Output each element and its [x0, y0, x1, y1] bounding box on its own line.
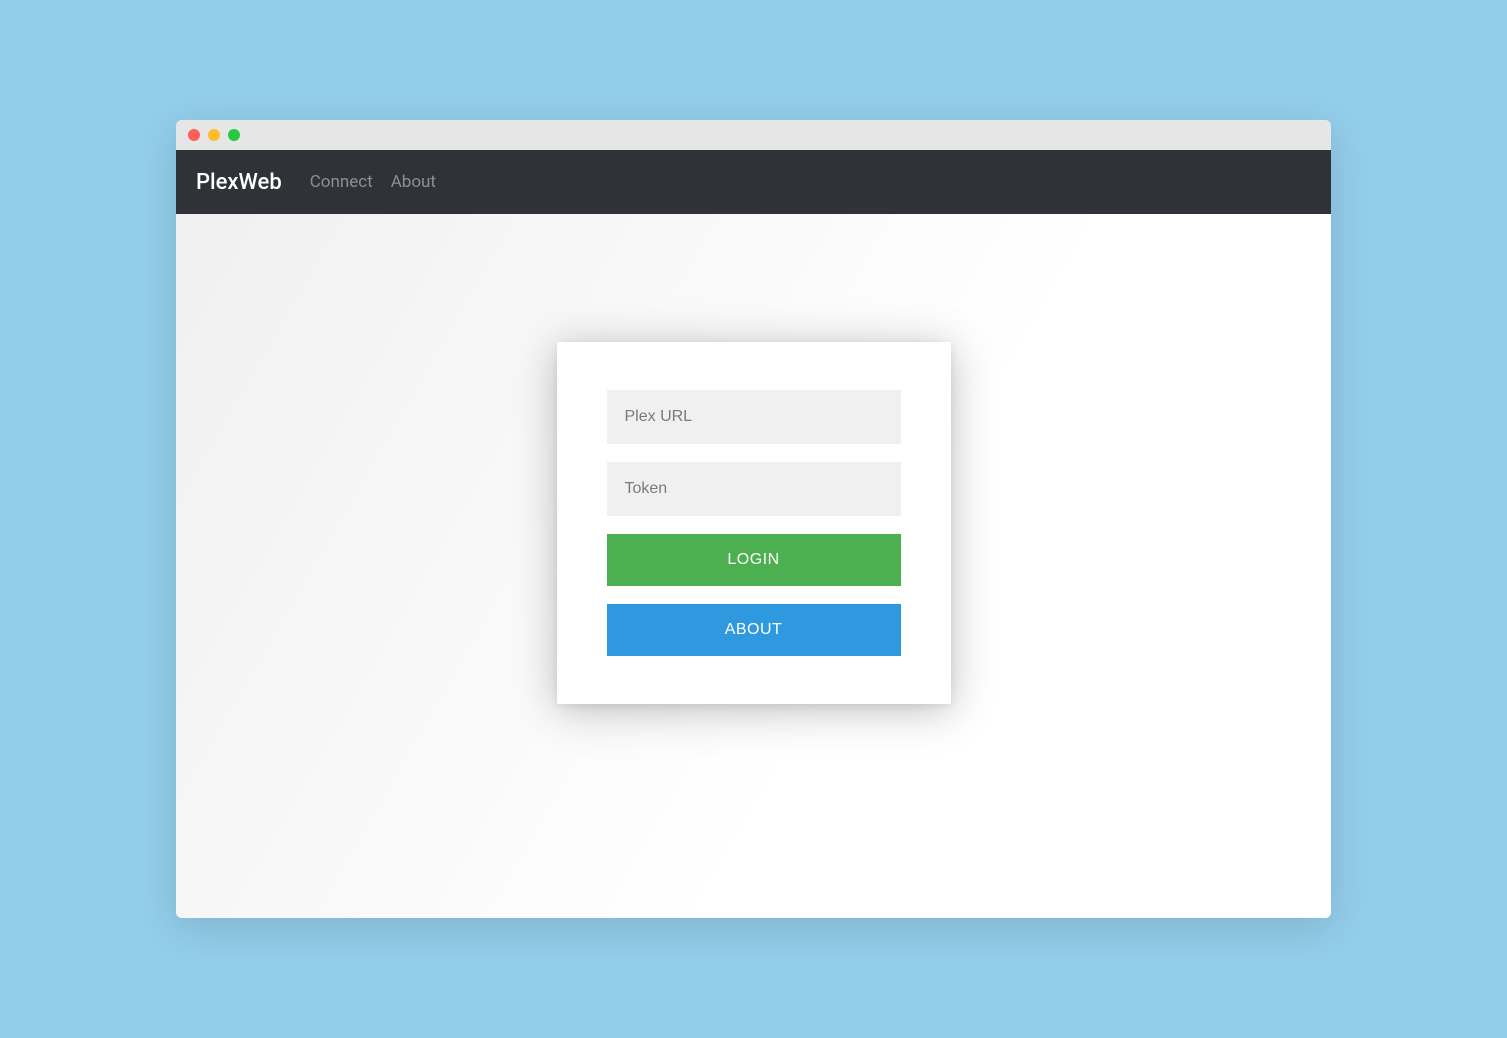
login-card: LOGIN ABOUT [557, 342, 951, 704]
token-input[interactable] [607, 462, 901, 516]
nav-link-about[interactable]: About [391, 172, 436, 192]
window-maximize-icon[interactable] [228, 129, 240, 141]
brand-title: PlexWeb [196, 170, 282, 195]
content-area: LOGIN ABOUT [176, 214, 1331, 918]
nav-link-connect[interactable]: Connect [310, 172, 373, 192]
browser-window: PlexWeb Connect About LOGIN ABOUT [176, 120, 1331, 918]
login-button[interactable]: LOGIN [607, 534, 901, 586]
navbar: PlexWeb Connect About [176, 150, 1331, 214]
about-button[interactable]: ABOUT [607, 604, 901, 656]
plex-url-input[interactable] [607, 390, 901, 444]
window-minimize-icon[interactable] [208, 129, 220, 141]
nav-links: Connect About [306, 172, 436, 192]
window-titlebar [176, 120, 1331, 150]
window-close-icon[interactable] [188, 129, 200, 141]
